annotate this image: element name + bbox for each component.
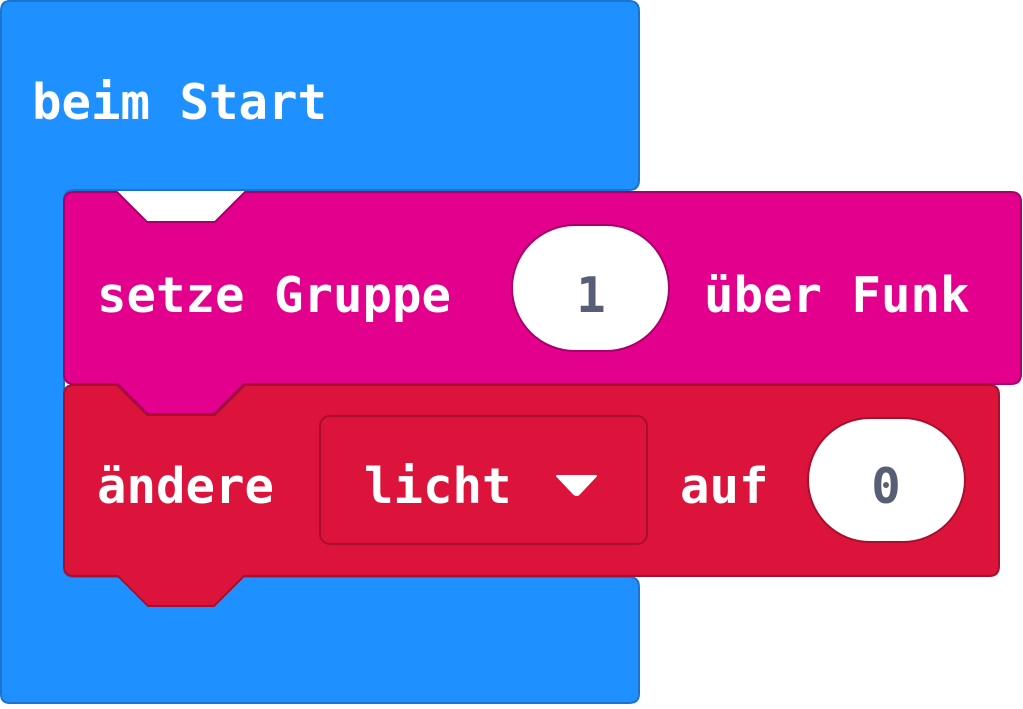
radio-set-group-label-before: setze Gruppe (97, 267, 451, 324)
change-value-number-value: 0 (871, 458, 901, 515)
variable-dropdown-value: licht (364, 458, 512, 515)
radio-set-group-label-after: über Funk (704, 267, 970, 324)
blocks-workspace: beim Start setze Gruppe 1 über Funk ände… (0, 0, 1023, 704)
radio-set-group-block[interactable]: setze Gruppe 1 über Funk (63, 191, 1022, 415)
change-variable-label-before: ändere (97, 458, 274, 515)
change-variable-label-after: auf (680, 458, 769, 515)
on-start-label: beim Start (32, 74, 327, 131)
variable-dropdown[interactable]: licht (319, 415, 648, 545)
change-variable-block[interactable]: ändere licht auf 0 (63, 384, 1000, 607)
radio-group-number-value: 1 (576, 267, 606, 324)
